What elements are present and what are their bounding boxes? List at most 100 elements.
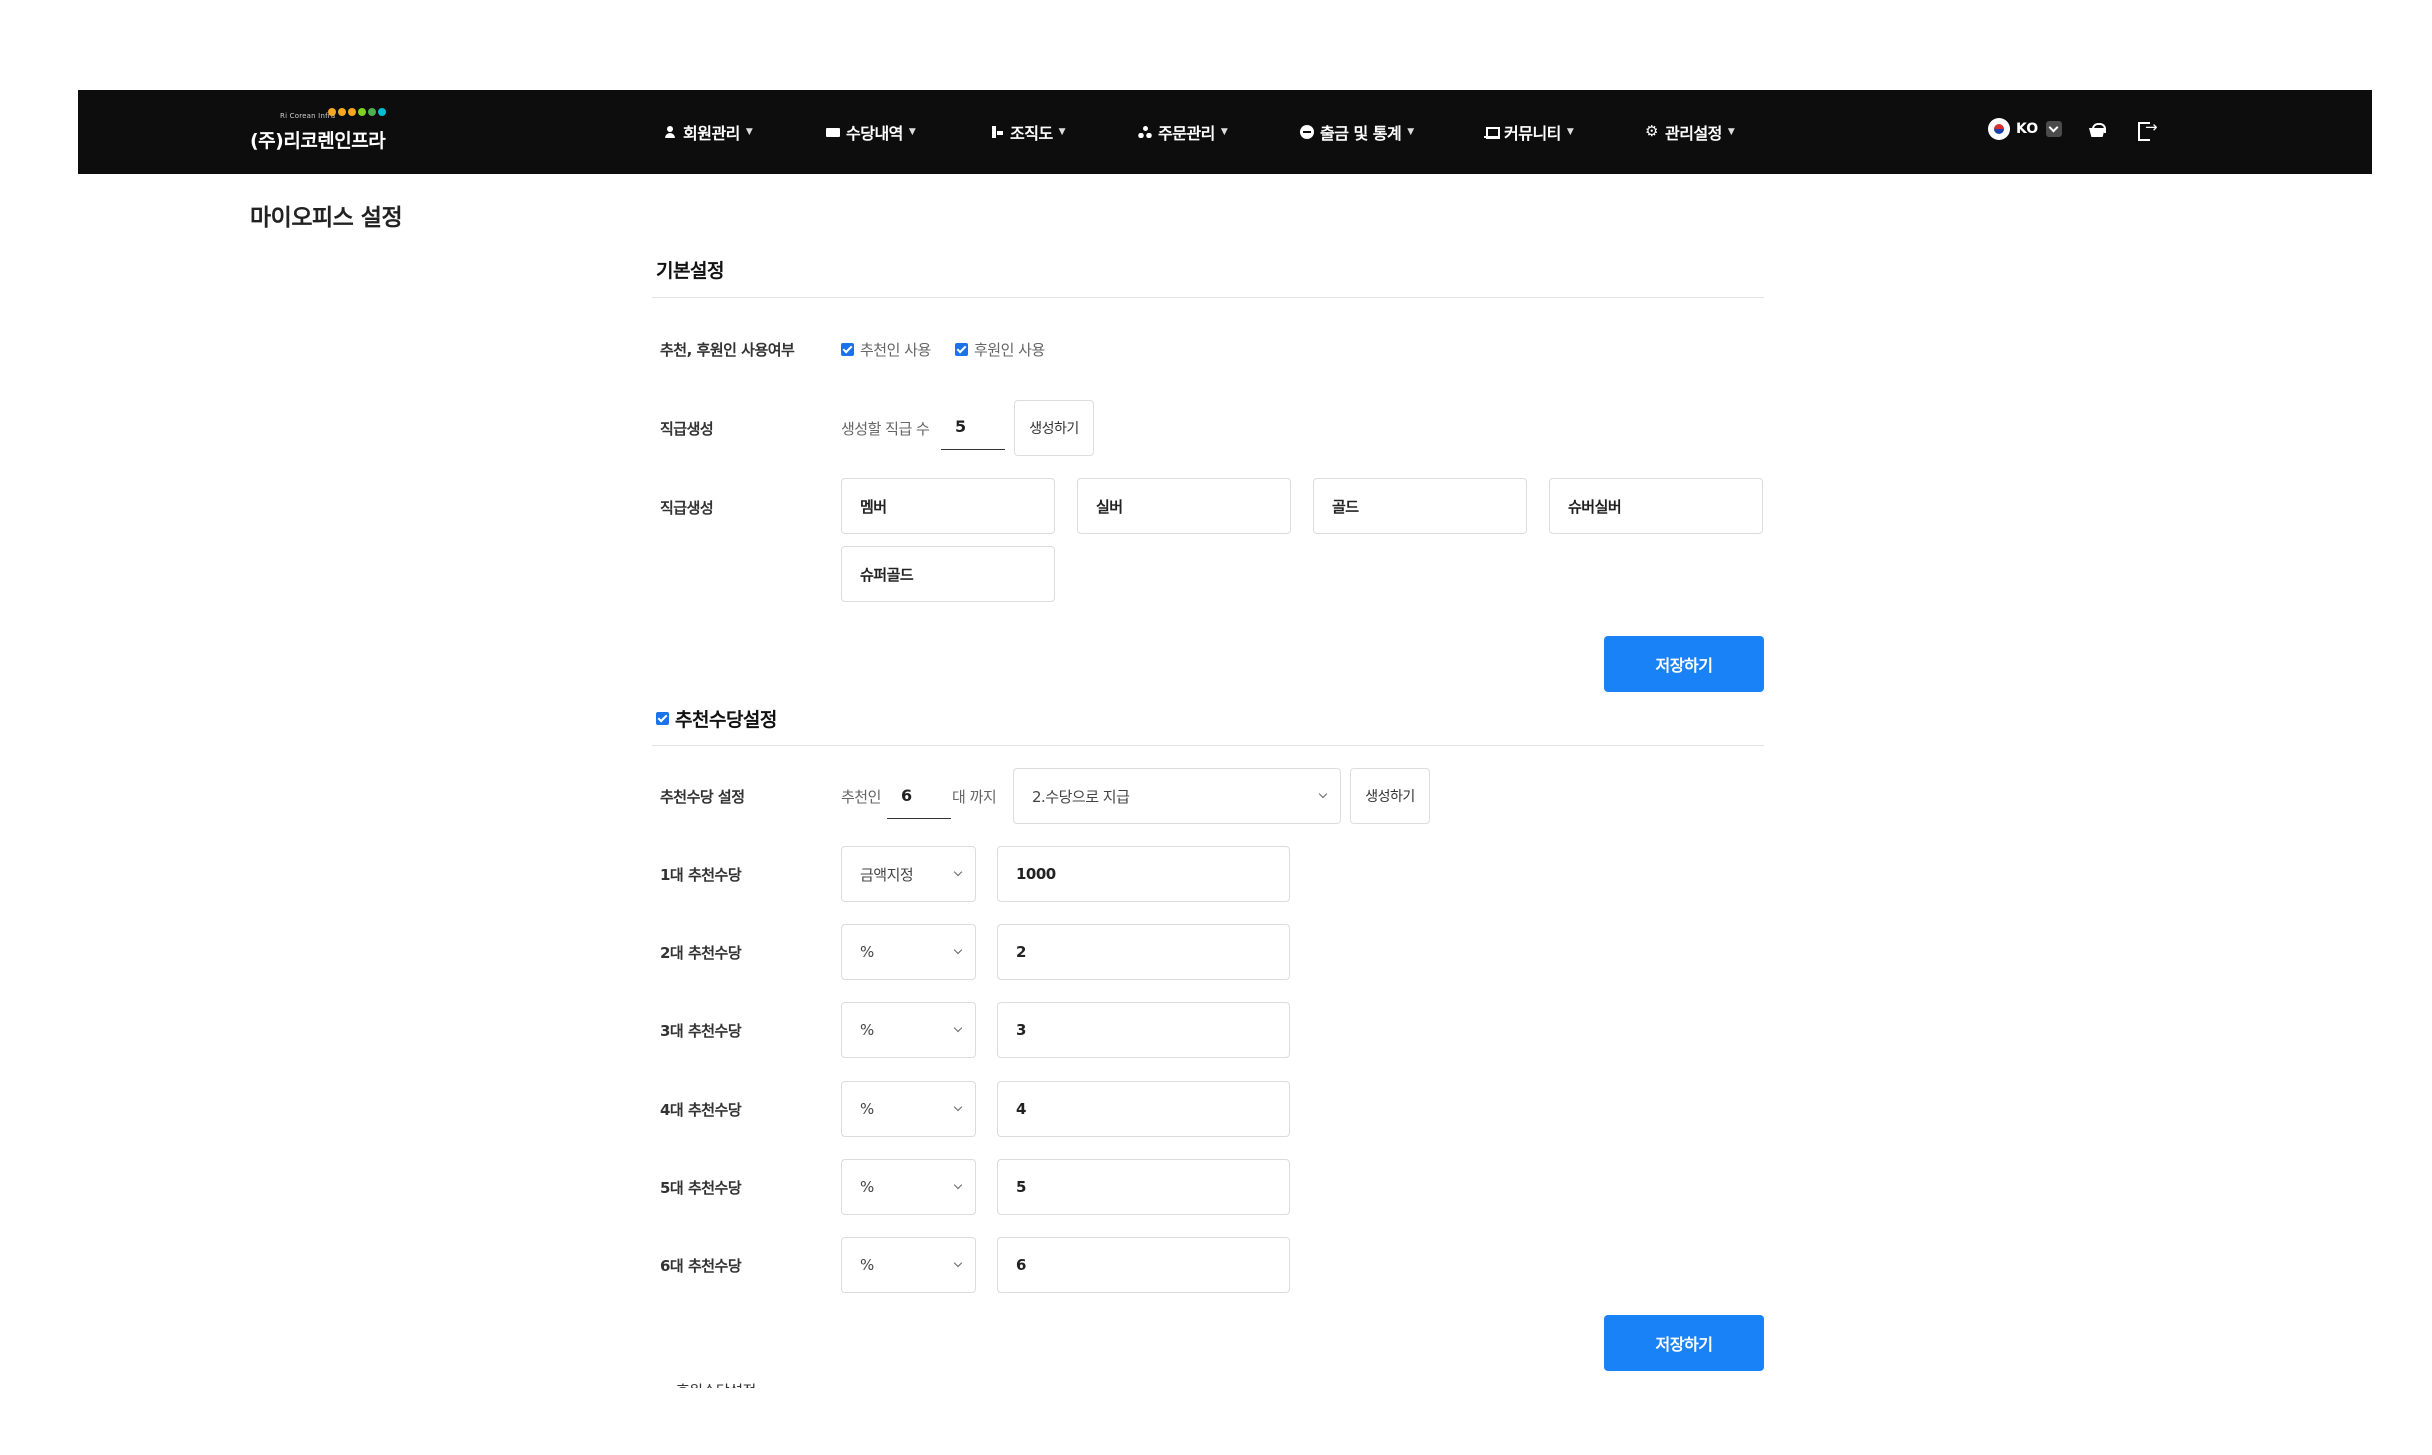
- generate-ranks-button[interactable]: 생성하기: [1014, 400, 1094, 456]
- korea-flag-icon: [1988, 118, 2010, 140]
- rank-name-field[interactable]: 멤버: [841, 478, 1055, 534]
- basic-settings-title: 기본설정: [656, 260, 724, 282]
- menu-label: 관리설정: [1665, 124, 1722, 143]
- logo-dot: [328, 108, 336, 116]
- laptop-icon: [1484, 125, 1500, 139]
- referral-depth-input[interactable]: [887, 773, 951, 819]
- level-value-input[interactable]: 3: [997, 1002, 1290, 1058]
- select-value: %: [860, 1100, 874, 1118]
- logo-dot: [338, 108, 346, 116]
- chevron-down-icon: [953, 1180, 963, 1190]
- rank-name-field[interactable]: 슈버실버: [1549, 478, 1763, 534]
- logo-text: (주)리코렌인프라: [250, 130, 386, 152]
- top-navigation-bar: Ri Corean Infra (주)리코렌인프라 회원관리 ▼ 수당내역 ▼ …: [78, 90, 2372, 174]
- caret-down-icon: ▼: [1566, 127, 1574, 137]
- usage-label: 추천, 후원인 사용여부: [660, 341, 795, 359]
- generate-levels-button[interactable]: 생성하기: [1350, 768, 1430, 824]
- rank-name-field[interactable]: 슈퍼골드: [841, 546, 1055, 602]
- level-label: 5대 추천수당: [660, 1179, 742, 1197]
- checkbox-label: 추천인 사용: [860, 341, 931, 359]
- level-type-select[interactable]: 금액지정: [841, 846, 976, 902]
- gear-icon: [1645, 122, 1659, 140]
- menu-org-chart[interactable]: 조직도 ▼: [990, 90, 1066, 174]
- chevron-down-icon: [953, 945, 963, 955]
- logo-dot: [368, 108, 376, 116]
- section-divider: [652, 745, 1764, 746]
- chevron-down-icon: [953, 867, 963, 877]
- menu-label: 주문관리: [1158, 124, 1215, 143]
- chevron-down-icon: [953, 1102, 963, 1112]
- rank-create-label: 직급생성: [660, 420, 714, 438]
- level-type-select[interactable]: %: [841, 1081, 976, 1137]
- caret-down-icon: ▼: [1407, 127, 1414, 137]
- checkbox-checked-icon[interactable]: [656, 712, 669, 725]
- select-value: %: [860, 1256, 874, 1274]
- referral-settings-title: 추천수당설정: [656, 705, 777, 732]
- level-type-select[interactable]: %: [841, 1159, 976, 1215]
- menu-withdrawal-stats[interactable]: 출금 및 통계 ▼: [1300, 90, 1414, 174]
- select-value: %: [860, 1178, 874, 1196]
- logo-dots: [328, 108, 386, 116]
- section-divider: [652, 297, 1764, 298]
- select-value: %: [860, 943, 874, 961]
- menu-label: 수당내역: [846, 124, 903, 143]
- referral-title-text: 추천수당설정: [675, 709, 777, 731]
- caret-down-icon: ▼: [1727, 127, 1735, 137]
- recommender-checkbox[interactable]: 추천인 사용: [841, 339, 931, 360]
- sponsor-checkbox[interactable]: 후원인 사용: [955, 339, 1045, 360]
- logo-dot: [358, 108, 366, 116]
- referral-setting-label: 추천수당 설정: [660, 788, 745, 806]
- caret-down-icon: ▼: [1058, 127, 1066, 137]
- level-label: 2대 추천수당: [660, 944, 742, 962]
- menu-commission-history[interactable]: 수당내역 ▼: [826, 90, 916, 174]
- rank-count-prefix: 생성할 직급 수: [841, 420, 930, 438]
- level-type-select[interactable]: %: [841, 1002, 976, 1058]
- menu-label: 커뮤니티: [1504, 124, 1561, 143]
- chevron-down-icon: [953, 1023, 963, 1033]
- chevron-down-icon: [953, 1258, 963, 1268]
- caret-down-icon: ▼: [745, 127, 753, 137]
- level-value-input[interactable]: 1000: [997, 846, 1290, 902]
- menu-label: 회원관리: [683, 124, 740, 143]
- minus-circle-icon: [1300, 125, 1314, 139]
- page-title: 마이오피스 설정: [250, 205, 403, 231]
- company-logo[interactable]: Ri Corean Infra (주)리코렌인프라: [250, 106, 410, 156]
- card-icon: [826, 125, 840, 139]
- rank-count-input[interactable]: [941, 404, 1005, 450]
- person-icon: [663, 125, 677, 139]
- select-value: 금액지정: [860, 865, 914, 884]
- level-value-input[interactable]: 5: [997, 1159, 1290, 1215]
- level-label: 6대 추천수당: [660, 1257, 742, 1275]
- org-tree-icon: [990, 125, 1004, 139]
- logout-icon[interactable]: [2138, 118, 2158, 141]
- cart-icon[interactable]: [2088, 122, 2106, 138]
- language-code: KO: [2016, 121, 2039, 137]
- level-value-input[interactable]: 4: [997, 1081, 1290, 1137]
- checkbox-checked-icon[interactable]: [841, 343, 854, 356]
- menu-community[interactable]: 커뮤니티 ▼: [1484, 90, 1574, 174]
- checkbox-checked-icon[interactable]: [955, 343, 968, 356]
- menu-admin-settings[interactable]: 관리설정 ▼: [1645, 90, 1735, 174]
- select-value: %: [860, 1021, 874, 1039]
- pay-option-select[interactable]: 2.수당으로 지급: [1013, 768, 1341, 824]
- save-referral-button[interactable]: 저장하기: [1604, 1315, 1764, 1371]
- referral-prefix: 추천인: [841, 788, 881, 806]
- rank-name-field[interactable]: 골드: [1313, 478, 1527, 534]
- rank-list-label: 직급생성: [660, 499, 714, 517]
- level-value-input[interactable]: 2: [997, 924, 1290, 980]
- checkbox-label: 후원인 사용: [974, 341, 1045, 359]
- menu-label: 조직도: [1010, 124, 1053, 143]
- menu-order-management[interactable]: 주문관리 ▼: [1138, 90, 1228, 174]
- save-basic-button[interactable]: 저장하기: [1604, 636, 1764, 692]
- level-value-input[interactable]: 6: [997, 1237, 1290, 1293]
- language-selector[interactable]: KO: [1988, 118, 2063, 140]
- logo-dot: [378, 108, 386, 116]
- level-type-select[interactable]: %: [841, 924, 976, 980]
- sitemap-icon: [1138, 125, 1152, 139]
- rank-name-field[interactable]: 실버: [1077, 478, 1291, 534]
- logo-dot: [348, 108, 356, 116]
- menu-member-management[interactable]: 회원관리 ▼: [663, 90, 753, 174]
- caret-down-icon: ▼: [1220, 127, 1228, 137]
- level-type-select[interactable]: %: [841, 1237, 976, 1293]
- next-section-title-partial: 후원수당설정: [676, 1380, 756, 1388]
